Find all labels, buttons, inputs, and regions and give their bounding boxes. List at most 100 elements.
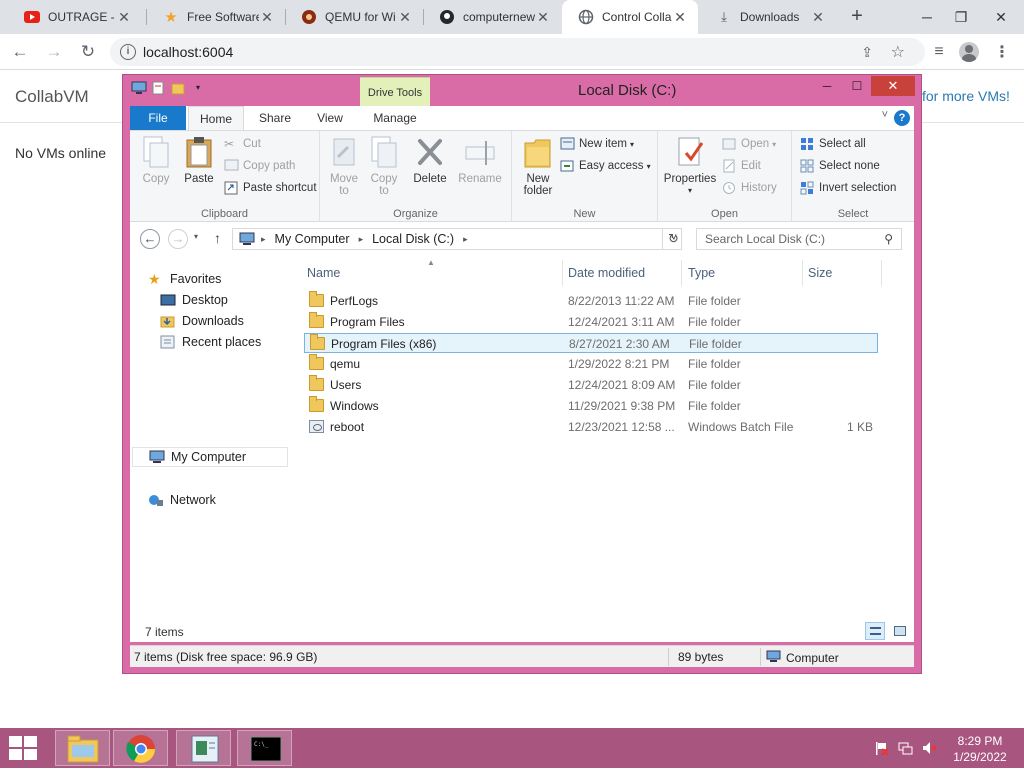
address-bar[interactable]: i localhost:6004 ⇪ ☆ bbox=[110, 38, 925, 66]
tab-outrage[interactable]: OUTRAGE - w ✕ bbox=[8, 0, 142, 34]
copy-to-button[interactable]: Copy to bbox=[366, 135, 402, 197]
up-arrow-icon[interactable]: ↑ bbox=[214, 230, 221, 246]
paste-shortcut-button[interactable]: Paste shortcut bbox=[224, 178, 317, 198]
nav-downloads[interactable]: Downloads bbox=[160, 311, 244, 331]
copy-button[interactable]: Copy bbox=[136, 135, 176, 185]
close-icon[interactable]: ✕ bbox=[871, 76, 915, 96]
column-date-modified[interactable]: Date modified bbox=[568, 266, 645, 280]
tab-file[interactable]: File bbox=[130, 106, 186, 130]
file-explorer-taskbar-icon[interactable] bbox=[55, 730, 110, 766]
recent-locations-icon[interactable]: ▾ bbox=[194, 232, 198, 241]
close-icon[interactable]: ✕ bbox=[116, 9, 132, 26]
nav-desktop[interactable]: Desktop bbox=[160, 290, 228, 310]
tab-manage[interactable]: Manage bbox=[360, 106, 430, 130]
new-item-button[interactable]: New item ▾ bbox=[560, 134, 634, 154]
tab-computernew[interactable]: computernew ✕ bbox=[423, 0, 561, 34]
table-row[interactable]: Windows 11/29/2021 9:38 PM File folder bbox=[304, 396, 878, 416]
reading-list-icon[interactable]: ≡ bbox=[927, 40, 951, 64]
reload-icon[interactable]: ↻ bbox=[76, 40, 100, 64]
back-icon[interactable]: ← bbox=[8, 40, 32, 64]
refresh-icon[interactable]: ↻ bbox=[662, 228, 684, 250]
table-row[interactable]: Program Files 12/24/2021 3:11 AM File fold… bbox=[304, 312, 878, 332]
nav-my-computer[interactable]: My Computer bbox=[132, 447, 288, 467]
restore-icon[interactable]: ❐ bbox=[944, 0, 978, 34]
table-row[interactable]: Users 12/24/2021 8:09 AM File folder bbox=[304, 375, 878, 395]
details-view-icon[interactable] bbox=[865, 622, 885, 640]
delete-button[interactable]: Delete bbox=[410, 135, 450, 185]
close-icon[interactable]: ✕ bbox=[397, 9, 413, 26]
table-row[interactable]: PerfLogs 8/22/2013 11:22 AM File folder bbox=[304, 291, 878, 311]
select-all-button[interactable]: Select all bbox=[800, 134, 866, 154]
notepad-taskbar-icon[interactable] bbox=[176, 730, 231, 766]
chevron-right-icon[interactable]: ▸ bbox=[359, 234, 364, 245]
history-button[interactable]: History bbox=[722, 178, 777, 198]
large-icons-view-icon[interactable] bbox=[889, 622, 909, 640]
tab-downloads[interactable]: ⤓ Downloads ✕ bbox=[700, 0, 836, 34]
dropdown-icon[interactable]: ▾ bbox=[191, 81, 205, 95]
copy-path-button[interactable]: Copy path bbox=[224, 156, 295, 176]
tab-free-software[interactable]: ★ Free Software ✕ bbox=[147, 0, 285, 34]
column-divider[interactable] bbox=[562, 260, 563, 286]
more-vms-link[interactable]: for more VMs! bbox=[922, 88, 1010, 104]
close-icon[interactable]: ✕ bbox=[259, 9, 275, 26]
volume-muted-icon[interactable] bbox=[921, 740, 937, 756]
tab-view[interactable]: View bbox=[305, 106, 355, 130]
paste-button[interactable]: Paste bbox=[178, 135, 220, 185]
tab-share[interactable]: Share bbox=[250, 106, 300, 130]
properties-icon[interactable] bbox=[151, 81, 165, 95]
nav-network[interactable]: Network bbox=[148, 490, 216, 510]
table-row[interactable]: qemu 1/29/2022 8:21 PM File folder bbox=[304, 354, 878, 374]
open-button[interactable]: Open ▾ bbox=[722, 134, 776, 154]
close-icon[interactable]: ✕ bbox=[672, 9, 688, 26]
share-icon[interactable]: ⇪ bbox=[861, 44, 873, 61]
minimize-icon[interactable]: ─ bbox=[910, 0, 944, 34]
chevron-down-icon[interactable]: ˅ bbox=[882, 109, 888, 121]
forward-arrow-icon[interactable]: → bbox=[168, 229, 188, 249]
profile-avatar[interactable] bbox=[957, 40, 981, 64]
chrome-taskbar-icon[interactable] bbox=[113, 730, 168, 766]
chevron-right-icon[interactable]: ▸ bbox=[261, 234, 266, 245]
search-input[interactable]: Search Local Disk (C:) ⚲ bbox=[696, 228, 902, 250]
nav-recent-places[interactable]: Recent places bbox=[160, 332, 261, 352]
breadcrumb-my-computer[interactable]: My Computer bbox=[275, 232, 350, 246]
invert-selection-button[interactable]: Invert selection bbox=[800, 178, 896, 198]
rename-button[interactable]: Rename bbox=[456, 135, 504, 185]
column-divider[interactable] bbox=[881, 260, 882, 286]
nav-favorites[interactable]: ★ Favorites bbox=[148, 269, 221, 289]
close-icon[interactable]: ✕ bbox=[535, 9, 551, 26]
tab-home[interactable]: Home bbox=[188, 106, 244, 130]
forward-icon[interactable]: → bbox=[42, 40, 66, 64]
table-row[interactable]: reboot 12/23/2021 12:58 ... Windows Batch … bbox=[304, 417, 878, 437]
tab-qemu[interactable]: QEMU for Wi ✕ bbox=[285, 0, 423, 34]
menu-icon[interactable]: ⋮ bbox=[990, 40, 1014, 64]
breadcrumb-local-disk[interactable]: Local Disk (C:) bbox=[372, 232, 454, 246]
breadcrumb[interactable]: ▸ My Computer ▸ Local Disk (C:) ▸ ˅ bbox=[232, 228, 682, 250]
close-icon[interactable]: ✕ bbox=[810, 9, 826, 26]
column-type[interactable]: Type bbox=[688, 266, 715, 280]
maximize-icon[interactable]: ☐ bbox=[843, 77, 871, 97]
tab-control-collab[interactable]: Control Colla ✕ bbox=[562, 0, 698, 34]
windows-start-icon[interactable] bbox=[9, 736, 39, 760]
folder-icon[interactable] bbox=[171, 81, 185, 95]
bookmark-star-icon[interactable]: ☆ bbox=[891, 42, 905, 62]
new-tab-button[interactable]: + bbox=[846, 6, 868, 28]
column-divider[interactable] bbox=[681, 260, 682, 286]
properties-button[interactable]: Properties ▾ bbox=[662, 135, 718, 197]
flag-icon[interactable] bbox=[873, 740, 889, 756]
network-tray-icon[interactable] bbox=[897, 740, 913, 756]
column-size[interactable]: Size bbox=[808, 266, 832, 280]
easy-access-button[interactable]: Easy access ▾ bbox=[560, 156, 651, 176]
minimize-icon[interactable]: ─ bbox=[813, 77, 841, 97]
edit-button[interactable]: Edit bbox=[722, 156, 761, 176]
help-icon[interactable]: ? bbox=[894, 110, 910, 126]
column-divider[interactable] bbox=[802, 260, 803, 286]
taskbar-clock[interactable]: 8:29 PM 1/29/2022 bbox=[940, 733, 1020, 765]
chevron-right-icon[interactable]: ▸ bbox=[463, 234, 468, 245]
new-folder-button[interactable]: New folder bbox=[518, 135, 558, 197]
column-name[interactable]: Name bbox=[307, 266, 340, 280]
collabvm-brand[interactable]: CollabVM bbox=[15, 87, 89, 107]
cut-button[interactable]: ✂ Cut bbox=[224, 134, 261, 154]
move-to-button[interactable]: Move to bbox=[326, 135, 362, 197]
computer-icon[interactable] bbox=[131, 81, 147, 95]
table-row[interactable]: Program Files (x86) 8/27/2021 2:30 AM File… bbox=[304, 333, 878, 353]
